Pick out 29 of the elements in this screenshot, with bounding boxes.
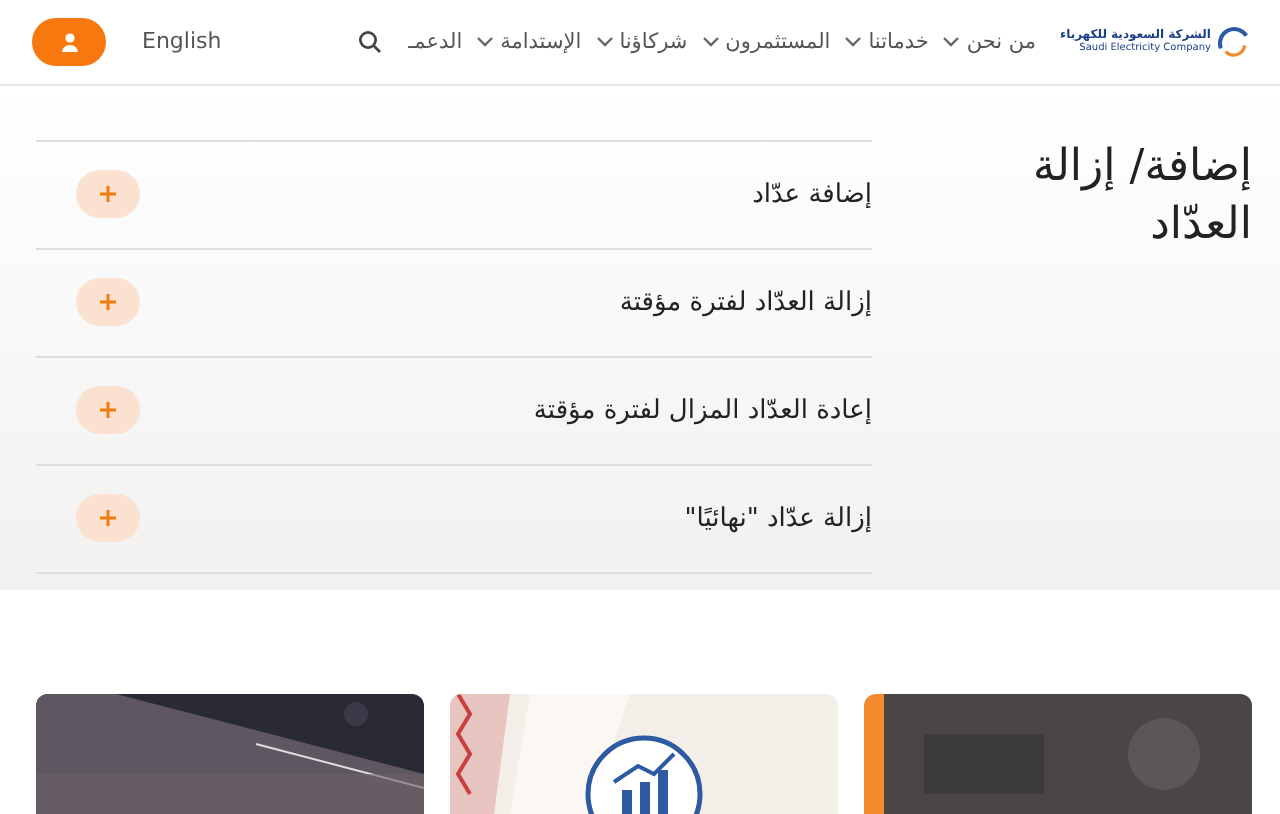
- expand-button[interactable]: [76, 278, 140, 327]
- search-icon[interactable]: [358, 29, 383, 54]
- chevron-icon: [595, 35, 614, 48]
- plus-icon: [98, 508, 118, 529]
- expand-button[interactable]: [76, 386, 140, 435]
- nav-item[interactable]: من نحن: [942, 29, 1036, 54]
- accordion-item[interactable]: إزالة عدّاد "نهائيًا": [684, 503, 872, 534]
- plus-icon: [98, 400, 118, 421]
- nav-item[interactable]: الإستدامة: [476, 29, 582, 54]
- nav-item[interactable]: خدماتنا: [844, 29, 929, 54]
- accordion-item[interactable]: إعادة العدّاد المزال لفترة مؤقتة: [533, 395, 872, 426]
- expand-button[interactable]: [76, 170, 140, 219]
- chevron-icon: [476, 35, 495, 48]
- expand-button[interactable]: [76, 494, 140, 543]
- accordion-item[interactable]: إزالة العدّاد لفترة مؤقتة: [619, 287, 872, 318]
- nav-item[interactable]: الدعمـ: [408, 29, 463, 54]
- account-button[interactable]: [32, 17, 106, 66]
- chevron-icon: [942, 35, 961, 48]
- nav-item[interactable]: المستثمرون: [701, 29, 831, 54]
- section-title: إضافة/ إزالة العدّاد: [1030, 139, 1252, 254]
- logo-icon: [1216, 21, 1252, 62]
- nav-item[interactable]: شركاؤنا: [595, 29, 688, 54]
- chevron-icon: [844, 35, 863, 48]
- plus-icon: [98, 292, 118, 313]
- user-icon: [59, 31, 79, 52]
- plus-icon: [98, 184, 118, 205]
- accordion-item[interactable]: إضافة عدّاد: [752, 179, 872, 210]
- chevron-icon: [701, 35, 720, 48]
- language-link[interactable]: English: [142, 28, 222, 55]
